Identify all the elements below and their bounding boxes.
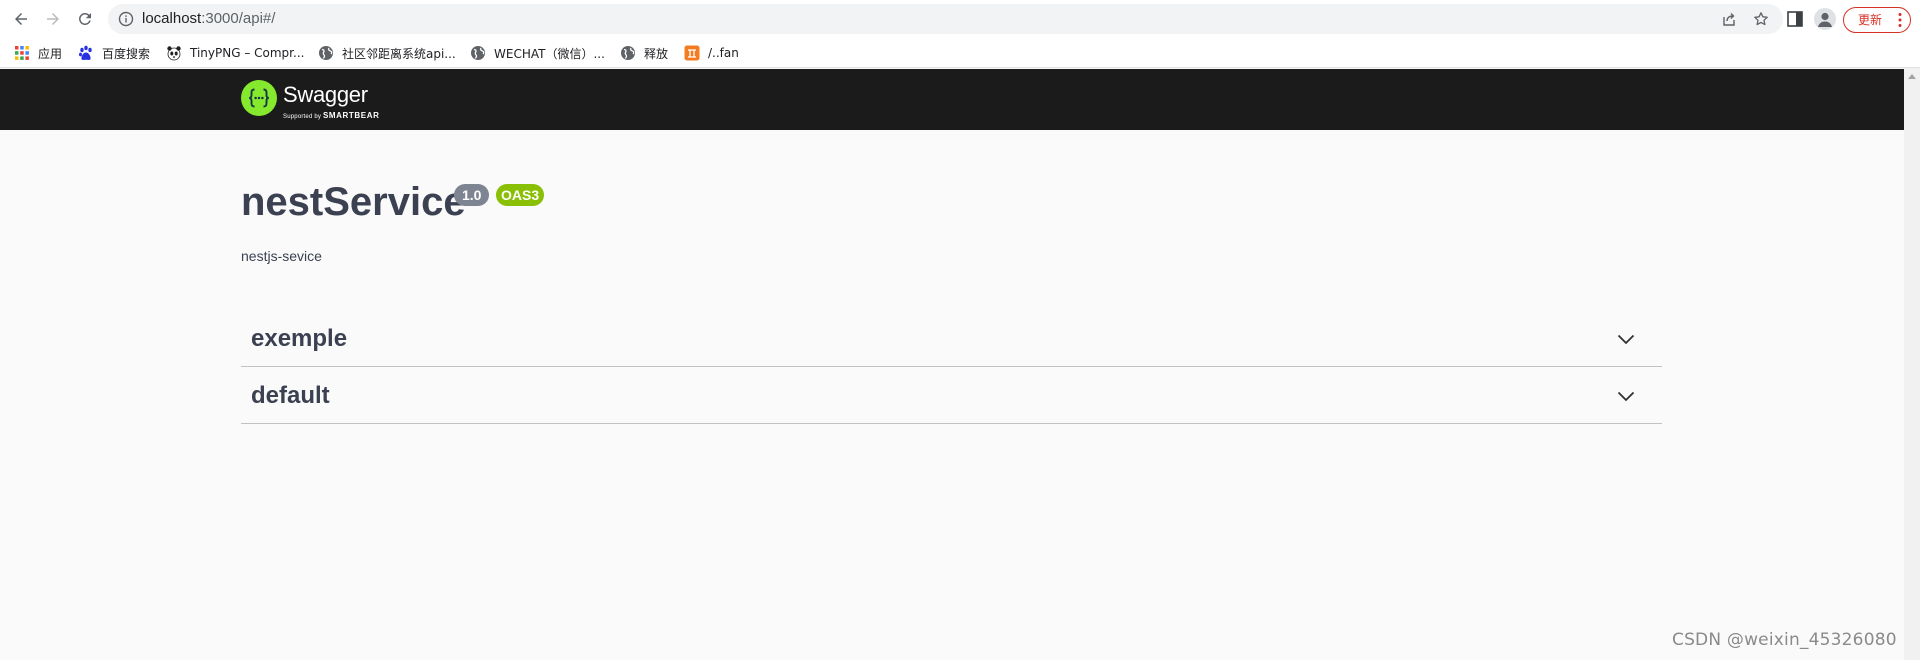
- api-description: nestjs-sevice: [241, 248, 322, 264]
- oas-version-badge: OAS3: [496, 184, 545, 206]
- apps-grid-icon: [15, 46, 29, 60]
- share-icon[interactable]: [1721, 11, 1737, 27]
- update-label: 更新: [1858, 13, 1883, 27]
- globe-icon: [471, 46, 485, 60]
- bookmark-label: 释放: [644, 46, 669, 61]
- person-icon: [1818, 12, 1832, 27]
- swagger-logo-icon[interactable]: [241, 80, 277, 116]
- page-scrollbar[interactable]: [1904, 68, 1920, 660]
- reload-button[interactable]: [72, 6, 98, 32]
- bookmark-label: TinyPNG – Compr...: [190, 46, 305, 60]
- bookmark-tinypng[interactable]: TinyPNG – Compr...: [166, 44, 304, 62]
- arrow-right-icon: [47, 13, 59, 25]
- info-icon[interactable]: [118, 11, 134, 27]
- bookmark-label: 社区邻距离系统api...: [342, 46, 456, 61]
- bookmark-community-api[interactable]: 社区邻距离系统api...: [318, 44, 456, 62]
- bookmark-label: WECHAT（微信）...: [494, 46, 605, 61]
- tag-name: default: [251, 382, 330, 409]
- supported-by-text: Supported by: [283, 114, 322, 120]
- side-panel-icon[interactable]: [1786, 10, 1804, 28]
- braces-icon: [249, 88, 269, 108]
- smartbear-text: SMARTBEAR: [322, 111, 380, 120]
- swagger-brand[interactable]: Swagger: [283, 82, 368, 108]
- swagger-tagline: Supported by SMARTBEAR: [283, 111, 379, 120]
- bookmark-label: /..fan: [708, 46, 739, 60]
- csdn-watermark: CSDN @weixin_45326080: [1672, 630, 1897, 650]
- globe-icon: [621, 46, 635, 60]
- bookmark-label: 百度搜索: [102, 46, 151, 61]
- url-host: localhost: [142, 10, 202, 27]
- orange-badge-icon: [684, 45, 700, 61]
- bookmarks-bar: 应用 百度搜索 TinyPNG – Compr... 社区邻距离系统api...…: [0, 38, 1920, 68]
- bookmark-wechat[interactable]: WECHAT（微信）...: [470, 44, 605, 62]
- chevron-down-icon[interactable]: [1616, 329, 1636, 349]
- update-button[interactable]: 更新: [1843, 7, 1911, 33]
- chevron-down-icon[interactable]: [1616, 386, 1636, 406]
- version-badge: 1.0: [454, 184, 490, 206]
- url-path: :3000/api#/: [201, 10, 276, 27]
- profile-avatar-icon[interactable]: [1814, 8, 1836, 30]
- url-text[interactable]: localhost:3000/api#/: [142, 4, 275, 34]
- reload-icon: [79, 13, 91, 25]
- swagger-topbar: Swagger Supported by SMARTBEAR: [0, 69, 1904, 130]
- baidu-paw-icon: [79, 45, 92, 60]
- globe-icon: [319, 46, 333, 60]
- bookmark-star-icon[interactable]: [1753, 11, 1769, 27]
- api-title: nestService: [241, 180, 466, 224]
- arrow-left-icon: [15, 13, 27, 25]
- tag-section-exemple[interactable]: exemple: [241, 311, 1662, 367]
- tag-name: exemple: [251, 325, 348, 352]
- forward-button[interactable]: [40, 6, 66, 32]
- kebab-menu-icon: [1898, 13, 1902, 27]
- bookmark-apps[interactable]: 应用: [14, 44, 62, 62]
- bookmark-baidu[interactable]: 百度搜索: [78, 44, 150, 62]
- back-button[interactable]: [8, 6, 34, 32]
- bookmark-release[interactable]: 释放: [620, 44, 668, 62]
- address-bar[interactable]: localhost:3000/api#/: [108, 4, 1783, 34]
- tag-section-default[interactable]: default: [241, 368, 1662, 424]
- scroll-up-arrow-icon[interactable]: [1908, 74, 1916, 79]
- browser-toolbar: localhost:3000/api#/ 更新: [0, 0, 1920, 38]
- bookmark-label: 应用: [38, 46, 63, 61]
- bookmark-fan[interactable]: /..fan: [684, 44, 739, 62]
- panda-icon: [167, 46, 181, 61]
